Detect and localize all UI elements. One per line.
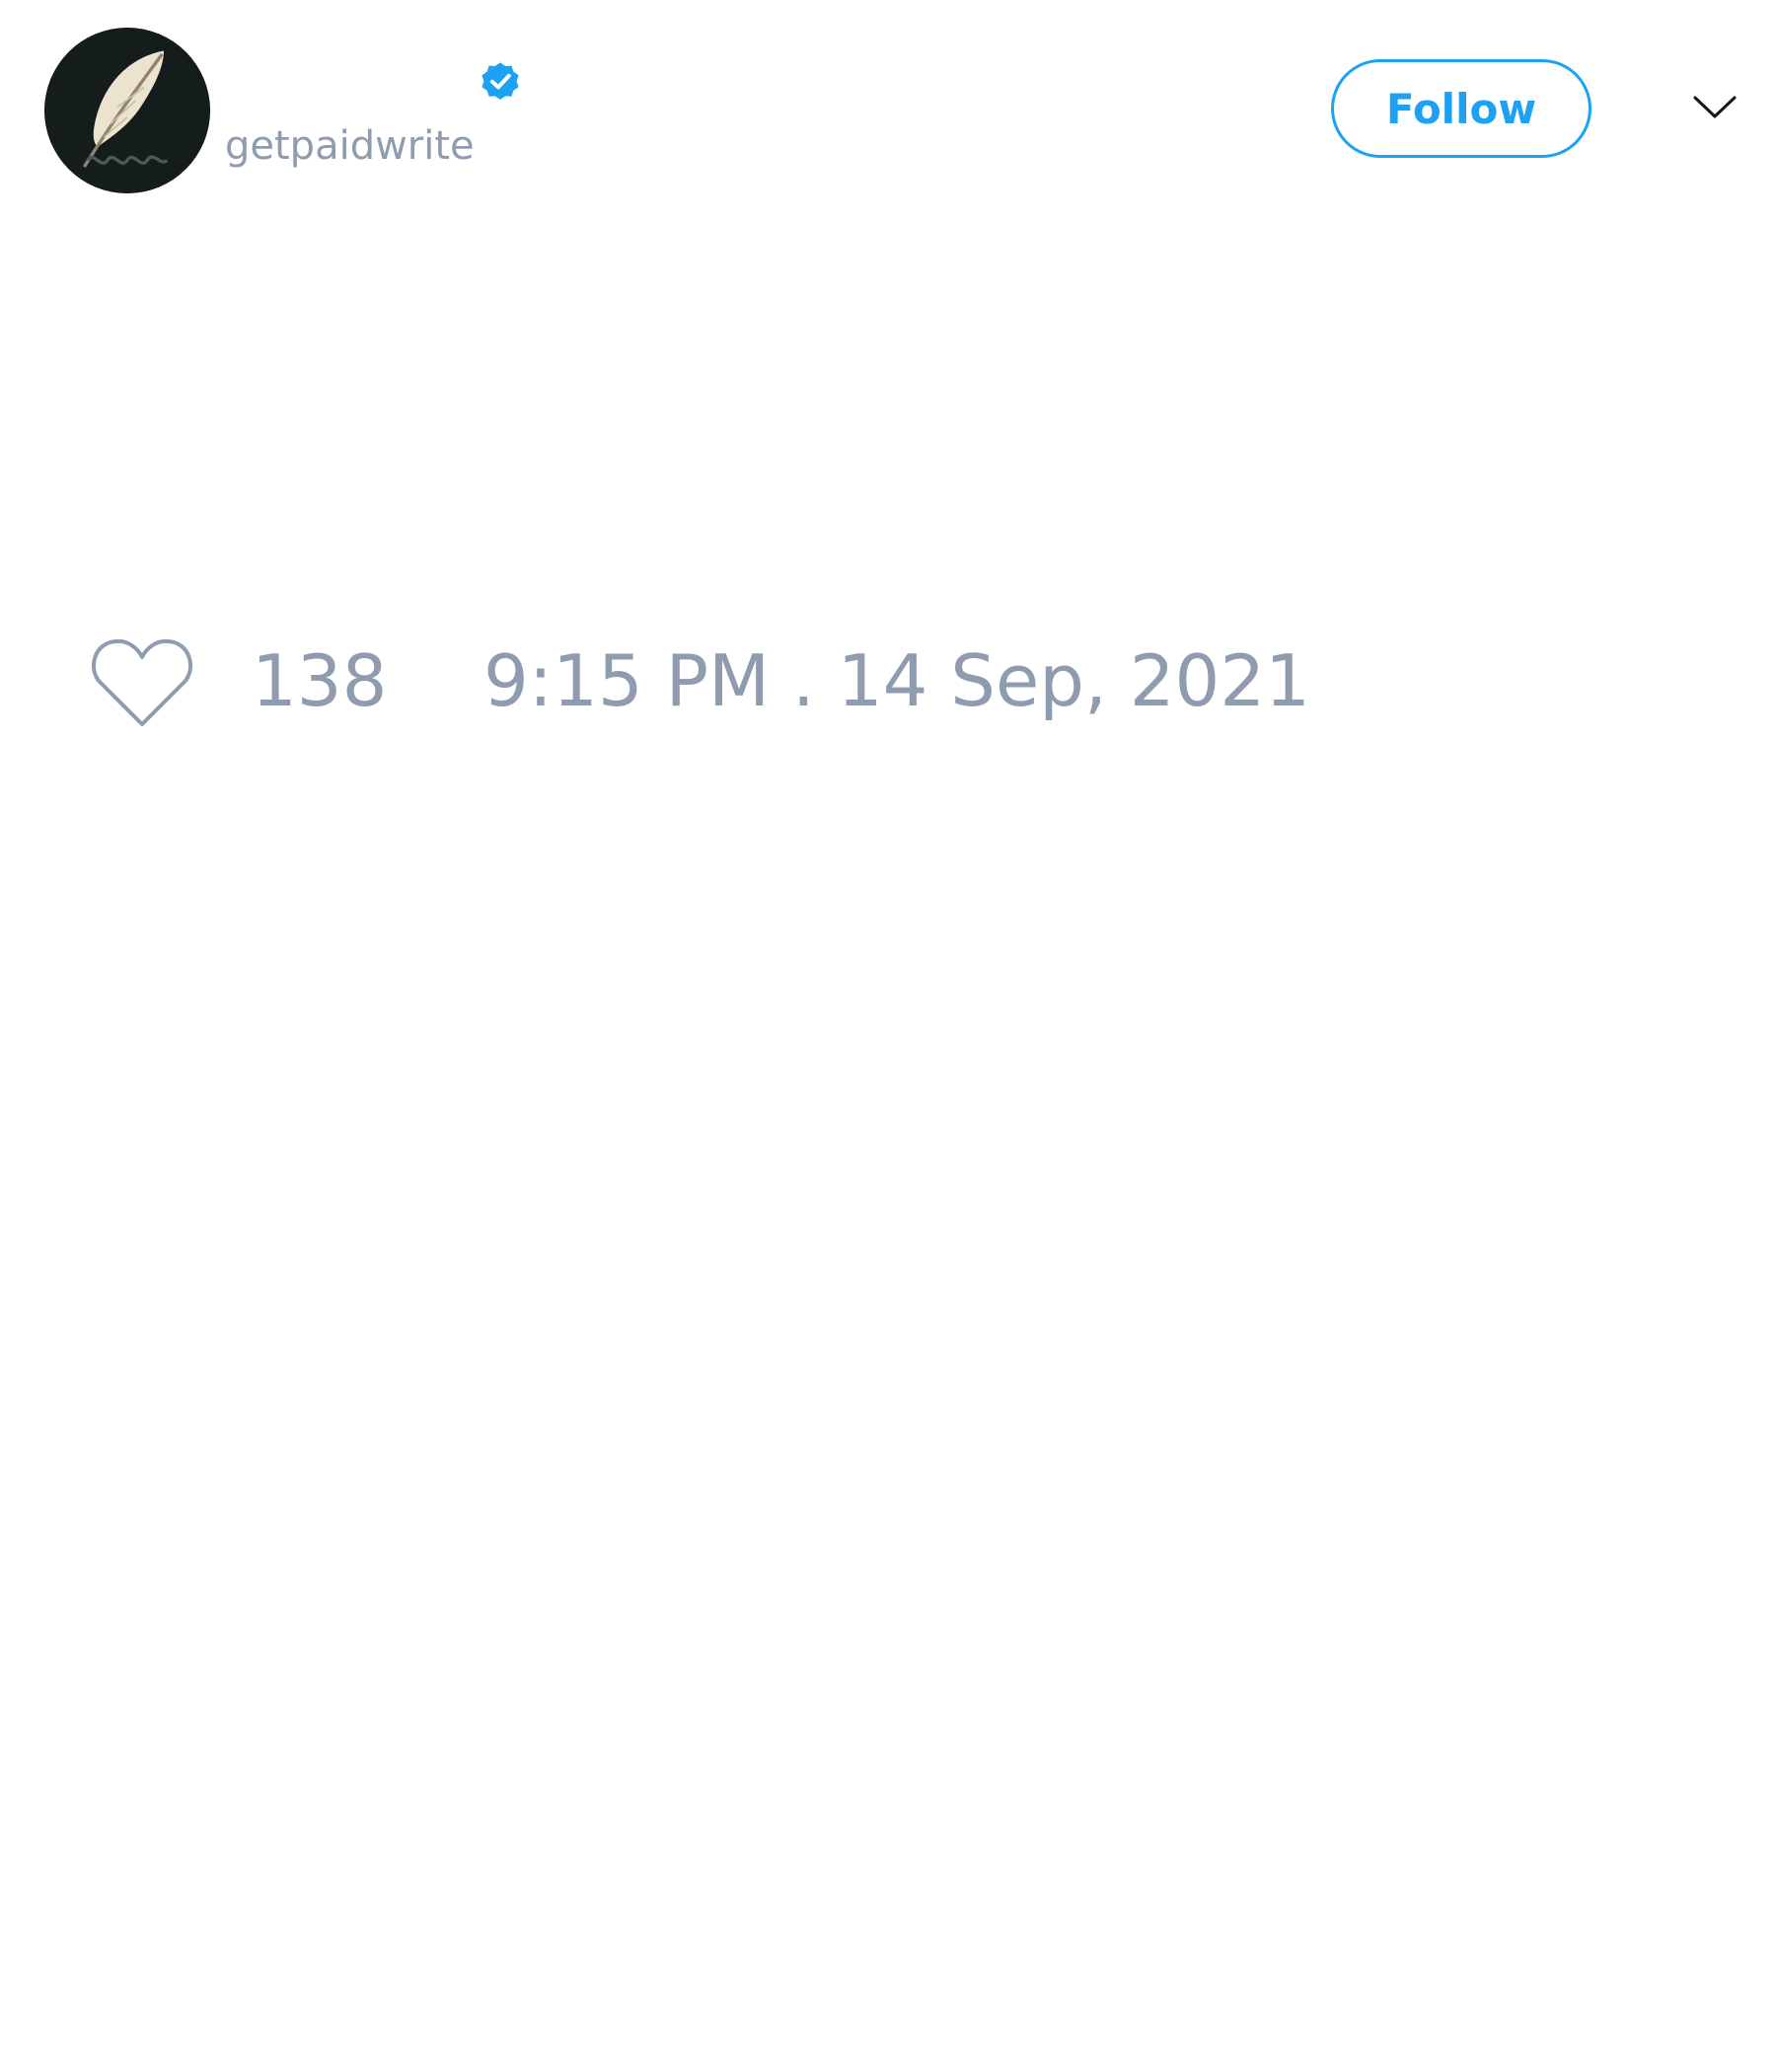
tweet-timestamp[interactable]: 9:15 PM . 14 Sep, 2021 xyxy=(483,645,1310,716)
chevron-down-icon[interactable] xyxy=(1691,93,1739,122)
like-count: 138 xyxy=(252,639,388,722)
follow-button[interactable]: Follow xyxy=(1331,59,1591,158)
user-handle[interactable]: getpaidwrite xyxy=(225,126,475,166)
avatar[interactable] xyxy=(44,28,210,193)
tweet-card: getpaidwrite Follow 138 9:15 PM . 14 Sep… xyxy=(0,0,1776,2072)
verified-badge-icon xyxy=(477,57,524,105)
display-name[interactable] xyxy=(225,51,472,91)
quill-feather-icon xyxy=(44,28,210,193)
heart-icon[interactable] xyxy=(89,635,195,730)
